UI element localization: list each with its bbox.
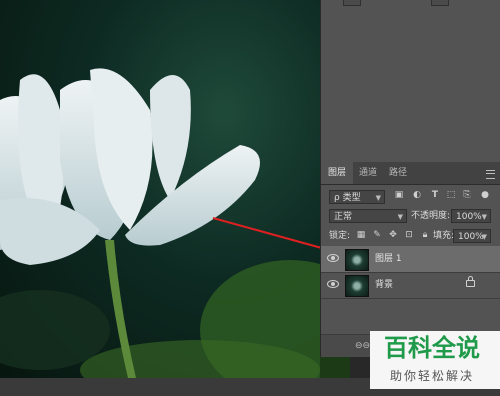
- blend-mode-dropdown[interactable]: 正常 ▼: [329, 209, 407, 223]
- opacity-value: 100%: [456, 212, 482, 222]
- text-filter-icon[interactable]: T: [429, 189, 441, 201]
- adjustment-filter-icon[interactable]: ◐: [411, 189, 423, 201]
- chevron-down-icon: ▼: [481, 233, 487, 241]
- layer-thumbnail: [345, 249, 369, 271]
- layer-filter-row: ρ 类型 ▼ ▣ ◐ T ⬚ ⎘ ●: [321, 186, 500, 206]
- fill-input[interactable]: 100% ▼: [453, 229, 491, 243]
- image-filter-icon[interactable]: ▣: [393, 189, 405, 201]
- filter-toggle-icon[interactable]: ●: [479, 189, 491, 201]
- lock-all-icon[interactable]: 🔒︎: [419, 229, 431, 241]
- opacity-label: 不透明度:: [411, 211, 451, 221]
- fill-value: 100%: [458, 232, 484, 242]
- layer-thumbnail: [345, 275, 369, 297]
- filter-type-dropdown[interactable]: ρ 类型 ▼: [329, 190, 385, 204]
- lock-artboard-icon[interactable]: ⊡: [403, 229, 415, 241]
- properties-panel: [320, 0, 500, 162]
- eye-icon[interactable]: [327, 254, 339, 262]
- tab-channels[interactable]: 通道: [353, 162, 383, 184]
- lock-paint-icon[interactable]: ✎: [371, 229, 383, 241]
- layer-row[interactable]: 图层 1: [321, 246, 500, 273]
- lock-row: 锁定: ▦ ✎ ✥ ⊡ 🔒︎ 填充: 100% ▼: [321, 226, 500, 246]
- lotus-photo: [0, 68, 320, 378]
- tab-paths[interactable]: 路径: [383, 162, 413, 184]
- eye-icon[interactable]: [327, 280, 339, 288]
- watermark: 百科全说 助你轻松解决: [370, 331, 500, 389]
- lock-icon: [466, 276, 475, 287]
- layer-row[interactable]: 背景: [321, 272, 500, 299]
- layers-panel: 图层 通道 路径 ρ 类型 ▼ ▣ ◐ T ⬚ ⎘ ● 正常 ▼ 不透明度: 100…: [320, 162, 500, 357]
- panel-menu-icon[interactable]: [486, 170, 495, 179]
- blend-row: 正常 ▼ 不透明度: 100% ▼: [321, 206, 500, 226]
- panel-button[interactable]: [343, 0, 361, 6]
- watermark-logo: 百科全说: [384, 334, 480, 362]
- chevron-down-icon: ▼: [397, 213, 403, 221]
- opacity-input[interactable]: 100% ▼: [451, 209, 491, 223]
- layers-panel-tabs: 图层 通道 路径: [321, 162, 500, 185]
- smart-object-filter-icon[interactable]: ⎘: [461, 189, 473, 201]
- panel-button[interactable]: [431, 0, 449, 6]
- watermark-subtitle: 助你轻松解决: [389, 369, 474, 383]
- document-canvas[interactable]: [0, 0, 320, 378]
- shape-filter-icon[interactable]: ⬚: [445, 189, 457, 201]
- chevron-down-icon: ▼: [481, 213, 487, 221]
- layer-name: 背景: [375, 280, 394, 290]
- lock-transparent-icon[interactable]: ▦: [355, 229, 367, 241]
- fill-label: 填充:: [433, 231, 455, 241]
- blend-mode-value: 正常: [334, 212, 353, 222]
- lock-position-icon[interactable]: ✥: [387, 229, 399, 241]
- lock-label: 锁定:: [329, 231, 351, 241]
- layer-name: 图层 1: [375, 254, 402, 264]
- filter-type-label: ρ 类型: [334, 193, 361, 203]
- link-layers-icon[interactable]: ⊖⊖: [355, 341, 370, 351]
- tab-layers[interactable]: 图层: [321, 162, 353, 184]
- chevron-down-icon: ▼: [375, 194, 381, 202]
